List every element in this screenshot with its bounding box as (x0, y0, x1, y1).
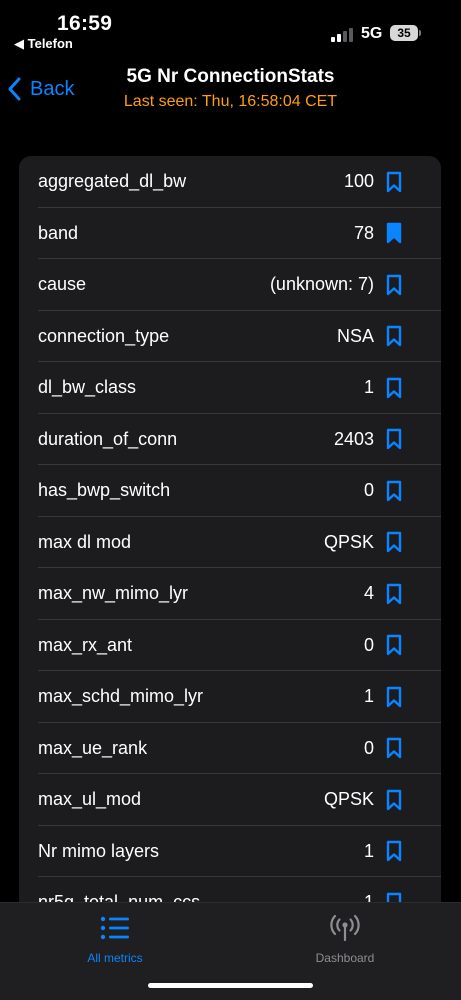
metric-label: max_rx_ant (38, 634, 133, 655)
metric-label: Nr mimo layers (38, 840, 160, 861)
metric-label: has_bwp_switch (38, 480, 171, 501)
metric-label: max_schd_mimo_lyr (38, 686, 204, 707)
bookmark-icon[interactable] (386, 480, 402, 502)
metric-label: max dl mod (38, 531, 132, 552)
metric-label: band (38, 222, 79, 243)
back-to-app-link[interactable]: ◀ Telefon (14, 36, 73, 52)
metrics-list: aggregated_dl_bw 100 band 78 cause (unknown: … (19, 156, 441, 916)
metric-row[interactable]: dl_bw_class 1 (19, 362, 441, 414)
antenna-icon (330, 914, 360, 942)
bookmark-icon[interactable] (386, 840, 402, 862)
metric-row[interactable]: max dl mod QPSK (19, 517, 441, 569)
bookmark-icon[interactable] (386, 171, 402, 193)
metric-value: NSA (336, 325, 374, 346)
metric-label: connection_type (38, 325, 170, 346)
bookmark-icon[interactable] (386, 531, 402, 553)
network-type: 5G (361, 25, 383, 42)
metric-row[interactable]: duration_of_conn 2403 (19, 414, 441, 466)
metric-value: 1 (363, 377, 374, 398)
metric-label: duration_of_conn (38, 428, 178, 449)
tab-all-metrics-label: All metrics (87, 951, 143, 965)
metric-value: 0 (363, 737, 374, 758)
metric-value: 100 (343, 171, 374, 192)
metric-value: 78 (353, 222, 374, 243)
metric-label: max_ue_rank (38, 737, 148, 758)
bookmark-icon[interactable] (386, 274, 402, 296)
metric-row[interactable]: max_nw_mimo_lyr 4 (19, 568, 441, 620)
status-time: 16:59 (57, 12, 113, 35)
battery-icon: 35 (390, 25, 418, 41)
metric-row[interactable]: has_bwp_switch 0 (19, 465, 441, 517)
battery-tip (419, 30, 421, 36)
bookmark-icon[interactable] (386, 428, 402, 450)
metric-label: max_nw_mimo_lyr (38, 583, 189, 604)
metric-row[interactable]: max_schd_mimo_lyr 1 (19, 671, 441, 723)
bookmark-icon[interactable] (386, 789, 402, 811)
metric-row[interactable]: band 78 (19, 208, 441, 260)
status-bar: 16:59 ◀ Telefon 5G 35 (0, 0, 461, 56)
cellular-signal-icon (331, 28, 353, 42)
metric-label: max_ul_mod (38, 789, 142, 810)
metric-value: (unknown: 7) (269, 274, 374, 295)
home-indicator (148, 983, 313, 988)
metric-value: 1 (363, 686, 374, 707)
tab-dashboard-label: Dashboard (315, 951, 375, 965)
metric-row[interactable]: connection_type NSA (19, 311, 441, 363)
metric-label: aggregated_dl_bw (38, 171, 187, 192)
metric-row[interactable]: max_rx_ant 0 (19, 620, 441, 672)
metric-value: 1 (363, 840, 374, 861)
bookmark-icon[interactable] (386, 325, 402, 347)
last-seen-subtitle: Last seen: Thu, 16:58:04 CET (123, 93, 338, 110)
metric-value: 4 (363, 583, 374, 604)
tab-all-metrics[interactable]: All metrics (35, 913, 195, 965)
metric-row[interactable]: Nr mimo layers 1 (19, 826, 441, 878)
metric-value: 0 (363, 634, 374, 655)
metric-row[interactable]: max_ul_mod QPSK (19, 774, 441, 826)
bookmark-icon[interactable] (386, 686, 402, 708)
metric-label: dl_bw_class (38, 377, 137, 398)
metric-row[interactable]: max_ue_rank 0 (19, 723, 441, 775)
bookmark-icon[interactable] (386, 583, 402, 605)
bookmark-icon[interactable] (386, 737, 402, 759)
metric-value: 0 (363, 480, 374, 501)
metric-value: QPSK (323, 531, 374, 552)
bookmark-icon[interactable] (386, 634, 402, 656)
metric-row[interactable]: cause (unknown: 7) (19, 259, 441, 311)
metric-value: QPSK (323, 789, 374, 810)
list-icon (100, 916, 129, 940)
metric-row[interactable]: aggregated_dl_bw 100 (19, 156, 441, 208)
bookmark-filled-icon[interactable] (386, 222, 402, 244)
page-title: 5G Nr ConnectionStats (126, 66, 335, 87)
tab-dashboard[interactable]: Dashboard (265, 913, 425, 965)
metric-value: 2403 (333, 428, 374, 449)
bookmark-icon[interactable] (386, 377, 402, 399)
metric-label: cause (38, 274, 87, 295)
